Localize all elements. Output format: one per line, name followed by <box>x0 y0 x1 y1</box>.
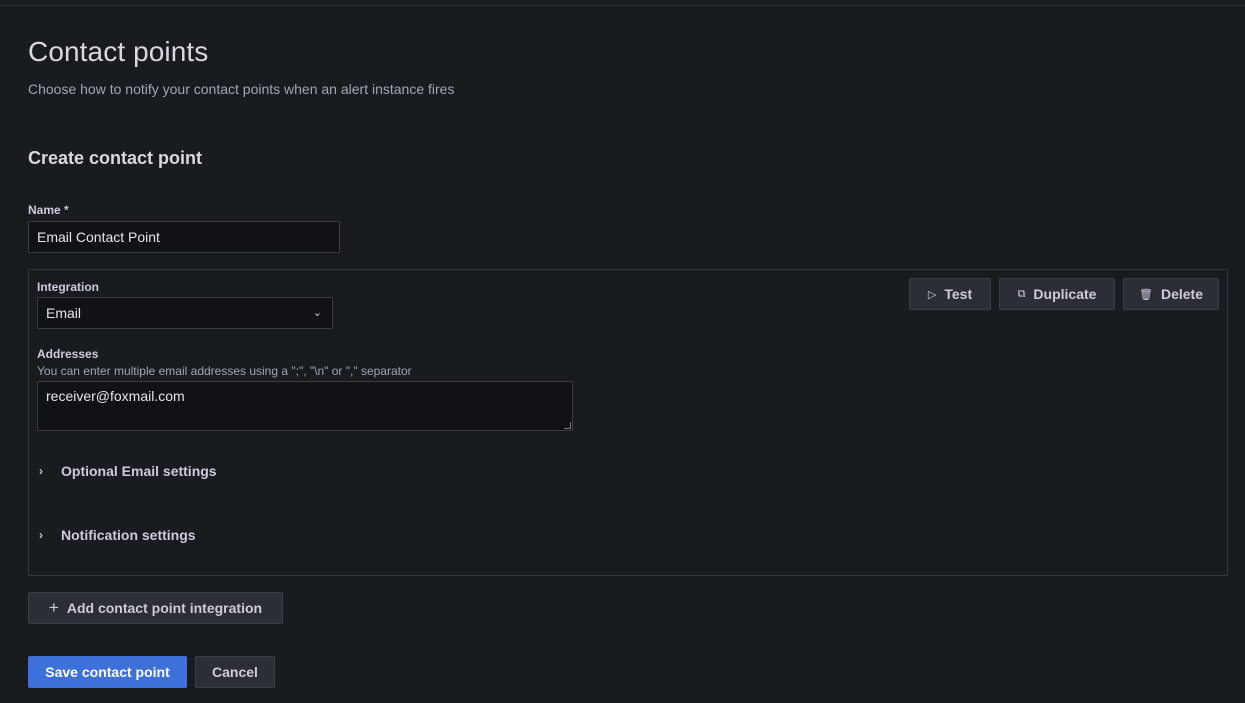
name-label: Name * <box>28 203 69 217</box>
optional-email-settings-label: Optional Email settings <box>61 463 217 479</box>
addresses-label: Addresses <box>37 347 99 361</box>
addresses-help-text: You can enter multiple email addresses u… <box>37 364 412 378</box>
name-input[interactable] <box>28 221 340 253</box>
chevron-right-icon: › <box>39 464 43 478</box>
chevron-down-icon: ⌄ <box>312 307 322 319</box>
delete-button[interactable]: 🗑 Delete <box>1123 278 1219 310</box>
cancel-button[interactable]: Cancel <box>195 656 275 688</box>
trash-icon: 🗑 <box>1139 288 1153 301</box>
test-button-label: Test <box>944 286 973 302</box>
add-integration-label: Add contact point integration <box>66 600 263 616</box>
notification-settings-toggle[interactable]: › Notification settings <box>39 525 196 545</box>
integration-select[interactable]: Email ⌄ <box>37 297 333 329</box>
page-subtitle: Choose how to notify your contact points… <box>28 81 455 97</box>
plus-icon: + <box>48 598 59 617</box>
chevron-right-icon: › <box>39 528 43 542</box>
optional-email-settings-toggle[interactable]: › Optional Email settings <box>39 461 217 481</box>
test-button[interactable]: ▷ Test <box>909 278 991 310</box>
play-icon: ▷ <box>927 288 937 301</box>
top-bar <box>0 0 1245 6</box>
save-button[interactable]: Save contact point <box>28 656 187 688</box>
duplicate-button-label: Duplicate <box>1033 286 1097 302</box>
addresses-value: receiver@foxmail.com <box>46 388 185 404</box>
notification-settings-label: Notification settings <box>61 527 196 543</box>
add-integration-button[interactable]: + Add contact point integration <box>28 592 283 624</box>
copy-icon: ⧉ <box>1017 287 1026 300</box>
delete-button-label: Delete <box>1160 286 1203 302</box>
section-title: Create contact point <box>28 148 203 168</box>
duplicate-button[interactable]: ⧉ Duplicate <box>999 278 1115 310</box>
integration-label: Integration <box>37 280 99 294</box>
resize-handle-icon[interactable] <box>564 422 571 429</box>
integration-select-value: Email <box>46 305 82 321</box>
integration-panel: Integration Email ⌄ Addresses You can en… <box>28 269 1228 576</box>
page-title: Contact points <box>28 36 209 67</box>
addresses-textarea[interactable]: receiver@foxmail.com <box>37 381 573 431</box>
